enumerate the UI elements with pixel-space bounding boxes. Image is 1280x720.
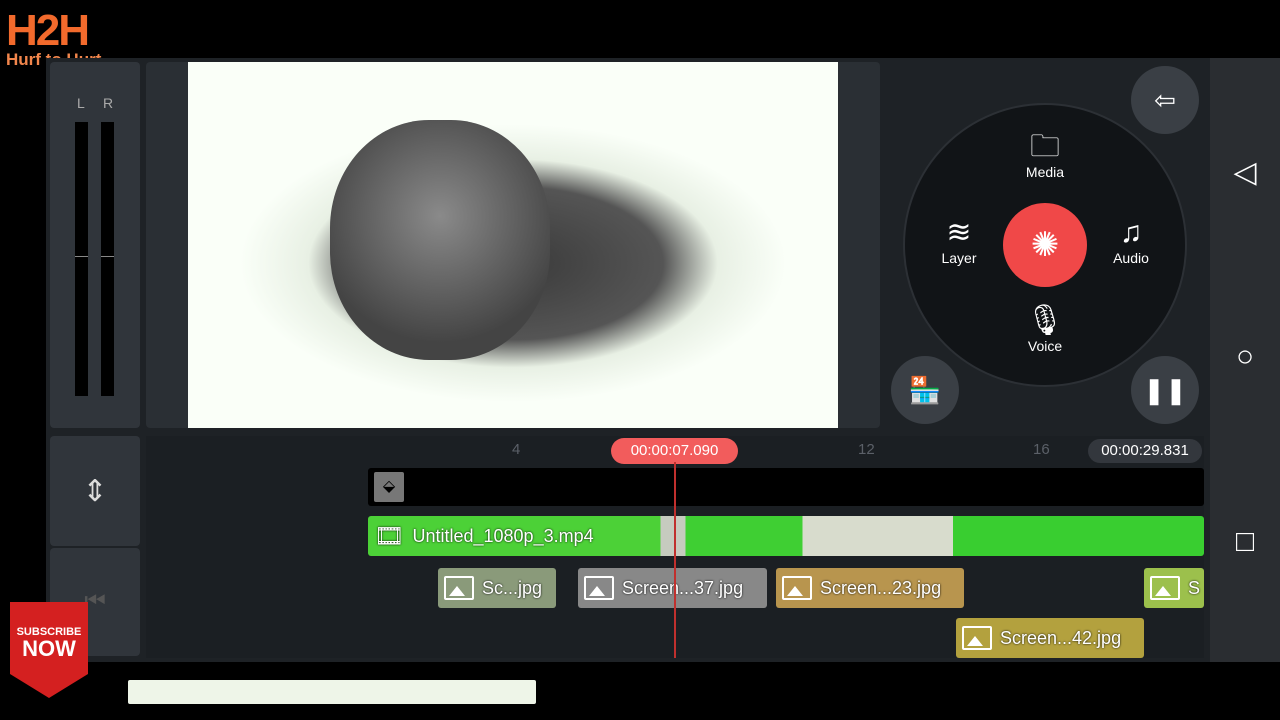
layer-button[interactable]: ≋ Layer [929,216,989,266]
ruler-tick: 16 [1033,441,1050,458]
layer-clip[interactable]: Sc...jpg [438,568,556,608]
asset-store-button[interactable]: 🏪 [891,356,959,424]
image-icon [1150,576,1180,600]
layer-clip[interactable]: Screen...37.jpg [578,568,767,608]
layer-clip[interactable]: S [1144,568,1204,608]
subscribe-badge[interactable]: SUBSCRIBE NOW [10,602,88,698]
image-icon [962,626,992,650]
video-clip[interactable]: 🎞 Untitled_1080p_3.mp4 [368,516,1204,556]
audio-button[interactable]: ♫ Audio [1101,216,1161,266]
playhead-line[interactable] [674,462,676,658]
meter-left-label: L [77,95,85,111]
media-folder-icon: 🗀 [1030,130,1060,163]
camera-shutter-icon: ✺ [1030,226,1060,264]
store-icon: 🏪 [908,374,942,405]
film-icon: 🎞 [374,522,405,550]
layers-icon: ≋ [946,216,972,249]
image-icon [444,576,474,600]
background-track[interactable] [368,468,1204,506]
total-duration: 00:00:29.831 [1088,439,1202,463]
meter-right-bar [101,122,114,396]
track-expand-button[interactable]: ⇕ [50,436,140,546]
recents-nav-button[interactable]: □ [1225,525,1265,559]
capture-button[interactable]: ✺ [1003,203,1087,287]
play-pause-button[interactable]: ❚❚ [1131,356,1199,424]
expand-tracks-icon: ⇕ [82,474,108,508]
preview-subject [330,120,550,360]
voice-button[interactable]: 🎙 Voice [1015,304,1075,354]
exit-icon: ⇦ [1154,84,1176,115]
meter-left-bar [75,122,88,396]
background-color-icon[interactable]: ⬙ [374,472,404,502]
audio-meter-panel [50,62,140,428]
microphone-icon: 🎙 [1025,304,1065,337]
pause-icon: ❚❚ [1143,374,1187,405]
home-nav-button[interactable]: ○ [1225,340,1265,374]
media-button[interactable]: 🗀 Media [1015,130,1075,180]
image-icon [584,576,614,600]
ruler-tick: 4 [512,441,521,458]
music-note-icon: ♫ [1119,216,1143,249]
playhead-time[interactable]: 00:00:07.090 [611,438,738,464]
meter-right-label: R [103,95,114,111]
back-nav-button[interactable]: ◁ [1225,155,1265,190]
exit-button[interactable]: ⇦ [1131,66,1199,134]
ruler-tick: 12 [858,441,875,458]
layer-clip[interactable]: Screen...42.jpg [956,618,1144,658]
bottom-bar [128,680,536,704]
image-icon [782,576,812,600]
layer-clip[interactable]: Screen...23.jpg [776,568,964,608]
